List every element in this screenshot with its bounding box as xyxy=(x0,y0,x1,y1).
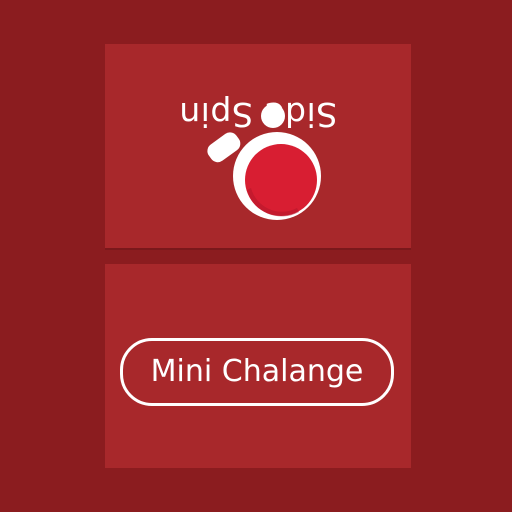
game-menu-screen: Side Spin Mini Chalange xyxy=(0,0,512,512)
mini-challenge-panel: Mini Chalange xyxy=(105,264,411,468)
mini-challenge-button[interactable]: Mini Chalange xyxy=(120,338,394,406)
ping-pong-paddle-icon xyxy=(207,104,321,220)
side-spin-panel[interactable]: Side Spin xyxy=(105,44,411,248)
